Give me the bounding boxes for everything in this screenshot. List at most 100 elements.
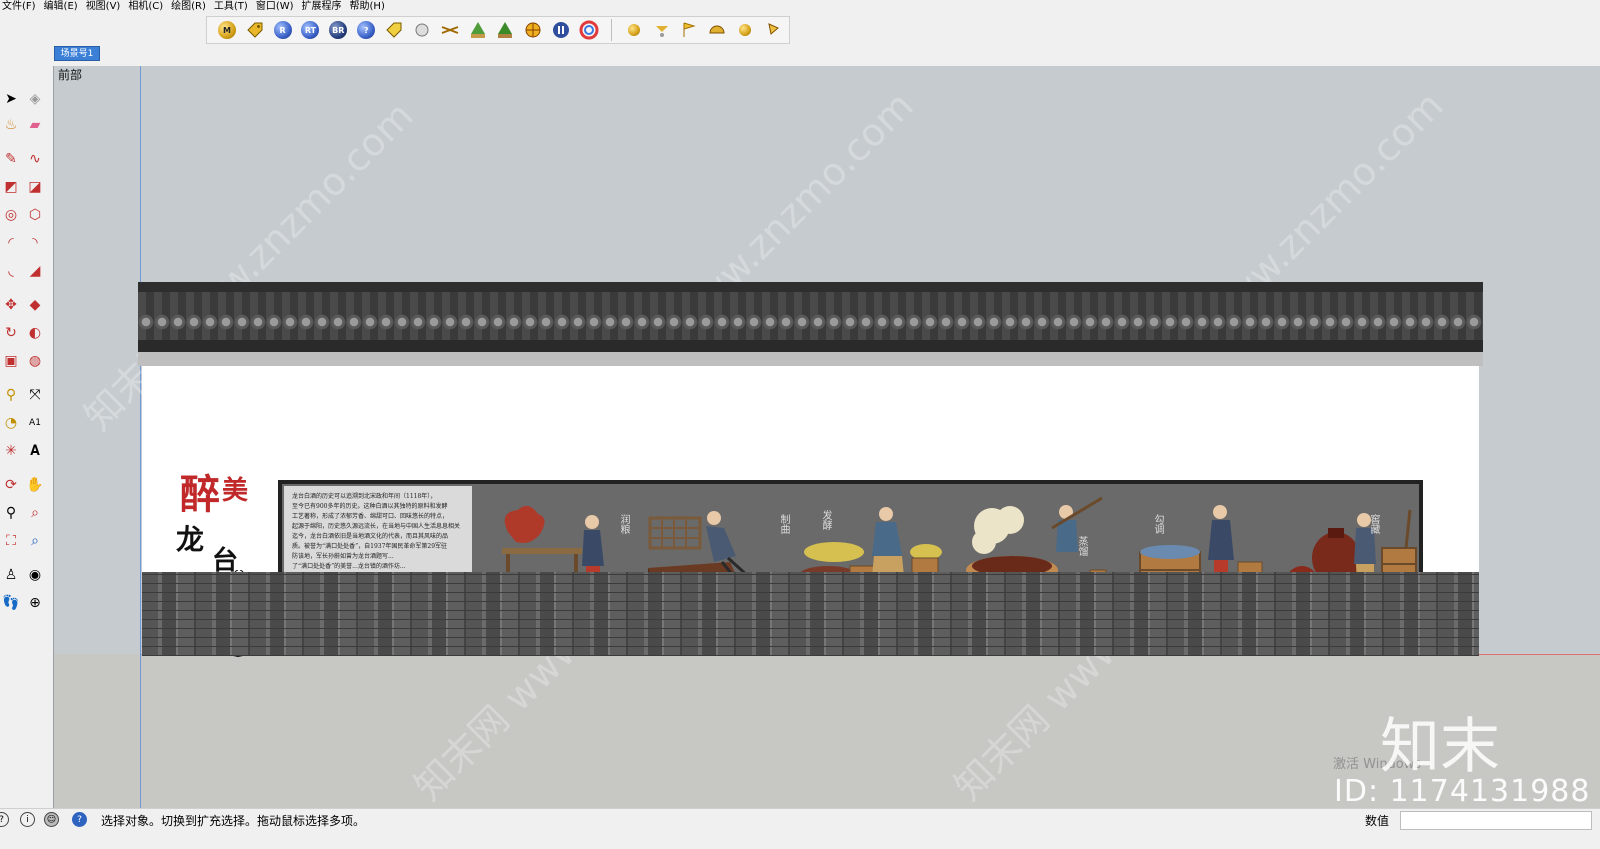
zoom-extents-icon: ⛶: [6, 533, 16, 549]
white-wall-band: 醉 美 龙 台 龙台白酒的历史可以追溯到北宋政和年间（1118年）， 至今已有9…: [142, 366, 1479, 658]
help-button[interactable]: ?: [354, 18, 378, 42]
history-line: 防该地，军长孙蔚如曾为龙台酒题写...: [292, 553, 394, 560]
menu-tools[interactable]: 工具(T): [212, 0, 254, 14]
calligraphy-char: 龙: [176, 523, 205, 556]
menu-window[interactable]: 窗口(W): [254, 0, 300, 14]
arc3-tool[interactable]: ◟: [0, 260, 22, 282]
sphere-button[interactable]: [410, 18, 434, 42]
menu-file[interactable]: 文件(F): [0, 0, 42, 14]
camera-position-icon: ♙: [4, 567, 18, 583]
eraser-tool[interactable]: ▰: [24, 114, 46, 136]
dimension-icon: ⤧: [29, 387, 41, 403]
text-tool[interactable]: A1: [24, 412, 46, 434]
lines-button[interactable]: [438, 18, 462, 42]
menu-extensions[interactable]: 扩展程序: [300, 0, 348, 14]
geo-location-icon[interactable]: ?: [0, 812, 9, 827]
zoom-tool[interactable]: ⚲: [0, 502, 22, 524]
measurements-input[interactable]: [1400, 811, 1592, 830]
menu-view[interactable]: 视图(V): [84, 0, 127, 14]
component-tool[interactable]: ◈: [24, 88, 46, 110]
scale-tool[interactable]: ▣: [0, 350, 22, 372]
scene-tab[interactable]: 场景号1: [54, 46, 100, 61]
paint-tool[interactable]: ♨: [0, 114, 22, 136]
tape-tool[interactable]: ⚲: [0, 384, 22, 406]
br-button[interactable]: BR: [326, 18, 350, 42]
cone-light-button[interactable]: [761, 18, 785, 42]
tree2-button[interactable]: [493, 18, 517, 42]
previous-view-tool[interactable]: ⌕: [24, 530, 46, 552]
select-tool[interactable]: ➤: [0, 88, 22, 110]
tool-palette: ➤ ◈ ♨ ▰ ✎ ∿ ◩ ◪ ◎ ⬡ ◜ ◝ ◟ ◢ ✥ ◆ ↻ ◐ ▣ ◍ …: [0, 84, 52, 624]
dimension-tool[interactable]: ⤧: [24, 384, 46, 406]
circle-tool[interactable]: ◎: [0, 204, 22, 226]
tag-button[interactable]: [243, 18, 267, 42]
cone-light-icon: [768, 23, 779, 35]
history-line: 质。被誉为“满口处处香”，自1937年国民革命军第29军驻: [292, 543, 448, 550]
brand-watermark: 知末: [1380, 712, 1500, 782]
history-line: 迄今，龙台白酒依旧是当地酒文化的代表，而且其风味的品: [292, 533, 449, 540]
zoom-window-tool[interactable]: ⌕: [24, 502, 46, 524]
tree2-icon: [498, 22, 513, 38]
pie-tool[interactable]: ◢: [24, 260, 46, 282]
arc-tool[interactable]: ◜: [0, 232, 22, 254]
rt-button[interactable]: RT: [299, 18, 323, 42]
id-watermark: ID: 1174131988: [1334, 774, 1591, 809]
flag-button[interactable]: [678, 18, 702, 42]
r-button[interactable]: R: [271, 18, 295, 42]
look-around-tool[interactable]: ◉: [24, 564, 46, 586]
axes-tool[interactable]: ✳: [0, 440, 22, 462]
red-axis: [1479, 654, 1600, 655]
walk-tool[interactable]: 👣: [0, 592, 22, 614]
rotated-rectangle-tool[interactable]: ◪: [24, 176, 46, 198]
point-light-button[interactable]: [733, 18, 757, 42]
menu-bar: 文件(F) 编辑(E) 视图(V) 相机(C) 绘图(R) 工具(T) 窗口(W…: [0, 0, 1600, 14]
tree-button[interactable]: [466, 18, 490, 42]
user-icon[interactable]: ☺: [44, 812, 59, 827]
swirl-button[interactable]: [577, 18, 601, 42]
m-button[interactable]: M: [215, 18, 239, 42]
hand-icon: ✋: [26, 477, 44, 493]
brick-base: [142, 572, 1479, 656]
move-tool[interactable]: ✥: [0, 294, 22, 316]
dome-button[interactable]: [705, 18, 729, 42]
freehand-tool[interactable]: ∿: [24, 148, 46, 170]
history-line: 了“满口处处香”的美誉...龙台镇的酒作坊...: [292, 563, 406, 570]
light-sphere-button[interactable]: [622, 18, 646, 42]
orbit-tool[interactable]: ⟳: [0, 474, 22, 496]
line-tool[interactable]: ✎: [0, 148, 22, 170]
target-button[interactable]: [521, 18, 545, 42]
position-camera-tool[interactable]: ♙: [0, 564, 22, 586]
info-icon[interactable]: i: [20, 812, 35, 827]
menu-camera[interactable]: 相机(C): [126, 0, 169, 14]
roof-ridge: [138, 282, 1483, 292]
offset-tool[interactable]: ◍: [24, 350, 46, 372]
spotlight-button[interactable]: [650, 18, 674, 42]
pause-button[interactable]: [549, 18, 573, 42]
m-icon: M: [217, 21, 236, 39]
follow-me-tool[interactable]: ◐: [24, 322, 46, 344]
menu-edit[interactable]: 编辑(E): [42, 0, 84, 14]
rectangle-tool[interactable]: ◩: [0, 176, 22, 198]
status-message: 选择对象。切换到扩充选择。拖动鼠标选择多项。: [101, 814, 366, 828]
model-viewport[interactable]: 前部 知末网 www.znzmo.com 知末网 www.znzmo.com 知…: [53, 66, 1600, 808]
section-plane-tool[interactable]: ⊕: [24, 592, 46, 614]
menu-help[interactable]: 帮助(H): [348, 0, 391, 14]
rotate-tool[interactable]: ↻: [0, 322, 22, 344]
dome-icon: [709, 25, 725, 34]
arc2-tool[interactable]: ◝: [24, 232, 46, 254]
3d-text-tool[interactable]: 𝐀: [24, 440, 46, 462]
polygon-tool[interactable]: ⬡: [24, 204, 46, 226]
menu-draw[interactable]: 绘图(R): [169, 0, 212, 14]
protractor-tool[interactable]: ◔: [0, 412, 22, 434]
rotated-rectangle-icon: ◪: [28, 179, 42, 195]
tag-icon: [247, 22, 263, 38]
tag2-button[interactable]: [382, 18, 406, 42]
culture-wall-model[interactable]: 醉 美 龙 台 龙台白酒的历史可以追溯到北宋政和年间（1118年）， 至今已有9…: [138, 282, 1483, 658]
pan-tool[interactable]: ✋: [24, 474, 46, 496]
flag-icon: [683, 22, 697, 37]
instructor-icon[interactable]: ?: [72, 812, 87, 827]
push-pull-tool[interactable]: ◆: [24, 294, 46, 316]
calligraphy-char: 醉: [180, 471, 220, 518]
process-label: 发酵: [820, 510, 831, 530]
zoom-extents-tool[interactable]: ⛶: [0, 530, 22, 552]
